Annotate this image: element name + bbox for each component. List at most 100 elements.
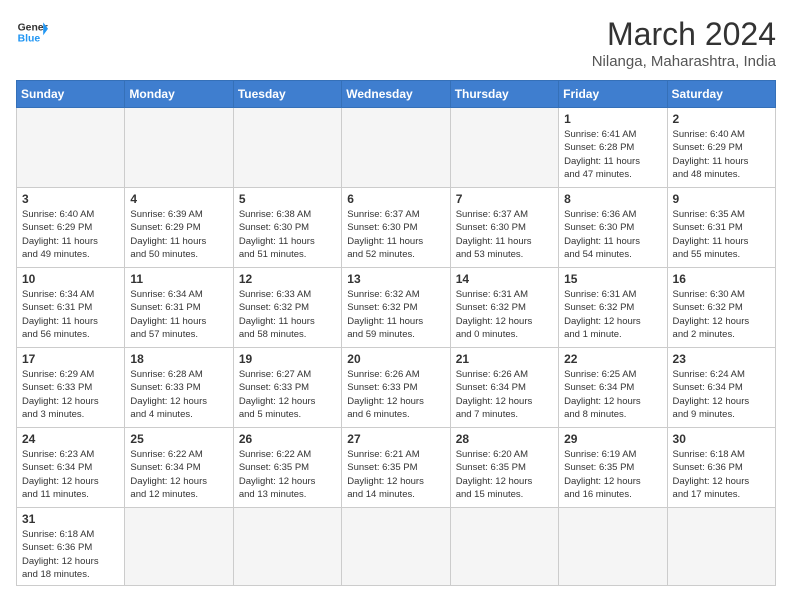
day-info: Sunrise: 6:20 AM Sunset: 6:35 PM Dayligh… xyxy=(456,448,553,501)
day-number: 3 xyxy=(22,192,119,206)
calendar-day-cell xyxy=(667,508,775,586)
calendar-day-cell: 1 Sunrise: 6:41 AM Sunset: 6:28 PM Daylig… xyxy=(559,108,667,188)
calendar-day-cell: 16Sunrise: 6:30 AM Sunset: 6:32 PM Dayli… xyxy=(667,268,775,348)
day-info: Sunrise: 6:35 AM Sunset: 6:31 PM Dayligh… xyxy=(673,208,770,261)
day-info: Sunrise: 6:21 AM Sunset: 6:35 PM Dayligh… xyxy=(347,448,444,501)
day-number: 5 xyxy=(239,192,336,206)
month-year-title: March 2024 xyxy=(592,16,776,53)
calendar-day-cell: 18 Sunrise: 6:28 AM Sunset: 6:33 PM Dayli… xyxy=(125,348,233,428)
day-number: 12 xyxy=(239,272,336,286)
calendar-day-cell: 17 Sunrise: 6:29 AM Sunset: 6:33 PM Dayli… xyxy=(17,348,125,428)
calendar-day-cell xyxy=(450,508,558,586)
day-info: Sunrise: 6:18 AM Sunset: 6:36 PM Dayligh… xyxy=(22,528,119,581)
location-subtitle: Nilanga, Maharashtra, India xyxy=(592,53,776,70)
calendar-day-cell: 13 Sunrise: 6:32 AM Sunset: 6:32 PM Dayli… xyxy=(342,268,450,348)
day-info: Sunrise: 6:24 AM Sunset: 6:34 PM Dayligh… xyxy=(673,368,770,421)
day-number: 19 xyxy=(239,352,336,366)
calendar-day-cell: 9Sunrise: 6:35 AM Sunset: 6:31 PM Daylig… xyxy=(667,188,775,268)
day-number: 22 xyxy=(564,352,661,366)
calendar-day-cell: 5 Sunrise: 6:38 AM Sunset: 6:30 PM Daylig… xyxy=(233,188,341,268)
calendar-day-cell: 19 Sunrise: 6:27 AM Sunset: 6:33 PM Dayli… xyxy=(233,348,341,428)
weekday-header-wednesday: Wednesday xyxy=(342,81,450,108)
day-number: 18 xyxy=(130,352,227,366)
day-info: Sunrise: 6:22 AM Sunset: 6:35 PM Dayligh… xyxy=(239,448,336,501)
calendar-week-row: 31Sunrise: 6:18 AM Sunset: 6:36 PM Dayli… xyxy=(17,508,776,586)
day-info: Sunrise: 6:28 AM Sunset: 6:33 PM Dayligh… xyxy=(130,368,227,421)
calendar-day-cell: 26 Sunrise: 6:22 AM Sunset: 6:35 PM Dayli… xyxy=(233,428,341,508)
calendar-day-cell: 22 Sunrise: 6:25 AM Sunset: 6:34 PM Dayli… xyxy=(559,348,667,428)
weekday-header-sunday: Sunday xyxy=(17,81,125,108)
calendar-day-cell: 29Sunrise: 6:19 AM Sunset: 6:35 PM Dayli… xyxy=(559,428,667,508)
day-info: Sunrise: 6:27 AM Sunset: 6:33 PM Dayligh… xyxy=(239,368,336,421)
calendar-day-cell: 20 Sunrise: 6:26 AM Sunset: 6:33 PM Dayli… xyxy=(342,348,450,428)
calendar-day-cell: 14 Sunrise: 6:31 AM Sunset: 6:32 PM Dayli… xyxy=(450,268,558,348)
day-info: Sunrise: 6:29 AM Sunset: 6:33 PM Dayligh… xyxy=(22,368,119,421)
day-number: 13 xyxy=(347,272,444,286)
calendar-week-row: 10 Sunrise: 6:34 AM Sunset: 6:31 PM Dayli… xyxy=(17,268,776,348)
day-number: 17 xyxy=(22,352,119,366)
day-number: 21 xyxy=(456,352,553,366)
day-number: 4 xyxy=(130,192,227,206)
calendar-day-cell xyxy=(342,108,450,188)
day-number: 23 xyxy=(673,352,770,366)
day-info: Sunrise: 6:36 AM Sunset: 6:30 PM Dayligh… xyxy=(564,208,661,261)
day-info: Sunrise: 6:22 AM Sunset: 6:34 PM Dayligh… xyxy=(130,448,227,501)
calendar-day-cell: 24Sunrise: 6:23 AM Sunset: 6:34 PM Dayli… xyxy=(17,428,125,508)
calendar-day-cell: 4 Sunrise: 6:39 AM Sunset: 6:29 PM Daylig… xyxy=(125,188,233,268)
day-number: 8 xyxy=(564,192,661,206)
day-number: 27 xyxy=(347,432,444,446)
logo: General Blue xyxy=(16,16,48,48)
day-info: Sunrise: 6:26 AM Sunset: 6:33 PM Dayligh… xyxy=(347,368,444,421)
calendar-table: SundayMondayTuesdayWednesdayThursdayFrid… xyxy=(16,80,776,586)
calendar-day-cell xyxy=(233,508,341,586)
calendar-day-cell: 30 Sunrise: 6:18 AM Sunset: 6:36 PM Dayli… xyxy=(667,428,775,508)
day-info: Sunrise: 6:25 AM Sunset: 6:34 PM Dayligh… xyxy=(564,368,661,421)
day-number: 1 xyxy=(564,112,661,126)
calendar-week-row: 3Sunrise: 6:40 AM Sunset: 6:29 PM Daylig… xyxy=(17,188,776,268)
calendar-week-row: 24Sunrise: 6:23 AM Sunset: 6:34 PM Dayli… xyxy=(17,428,776,508)
day-number: 20 xyxy=(347,352,444,366)
calendar-day-cell: 15Sunrise: 6:31 AM Sunset: 6:32 PM Dayli… xyxy=(559,268,667,348)
calendar-day-cell xyxy=(125,508,233,586)
day-number: 14 xyxy=(456,272,553,286)
weekday-header-thursday: Thursday xyxy=(450,81,558,108)
generalblue-logo-icon: General Blue xyxy=(16,16,48,48)
day-info: Sunrise: 6:37 AM Sunset: 6:30 PM Dayligh… xyxy=(456,208,553,261)
day-info: Sunrise: 6:26 AM Sunset: 6:34 PM Dayligh… xyxy=(456,368,553,421)
day-info: Sunrise: 6:32 AM Sunset: 6:32 PM Dayligh… xyxy=(347,288,444,341)
day-info: Sunrise: 6:31 AM Sunset: 6:32 PM Dayligh… xyxy=(456,288,553,341)
calendar-day-cell: 12Sunrise: 6:33 AM Sunset: 6:32 PM Dayli… xyxy=(233,268,341,348)
weekday-header-saturday: Saturday xyxy=(667,81,775,108)
calendar-day-cell: 21 Sunrise: 6:26 AM Sunset: 6:34 PM Dayli… xyxy=(450,348,558,428)
day-info: Sunrise: 6:34 AM Sunset: 6:31 PM Dayligh… xyxy=(130,288,227,341)
day-number: 11 xyxy=(130,272,227,286)
day-info: Sunrise: 6:34 AM Sunset: 6:31 PM Dayligh… xyxy=(22,288,119,341)
calendar-day-cell xyxy=(450,108,558,188)
day-number: 2 xyxy=(673,112,770,126)
calendar-day-cell: 3Sunrise: 6:40 AM Sunset: 6:29 PM Daylig… xyxy=(17,188,125,268)
day-number: 24 xyxy=(22,432,119,446)
day-info: Sunrise: 6:18 AM Sunset: 6:36 PM Dayligh… xyxy=(673,448,770,501)
weekday-header-friday: Friday xyxy=(559,81,667,108)
weekday-header-row: SundayMondayTuesdayWednesdayThursdayFrid… xyxy=(17,81,776,108)
day-info: Sunrise: 6:41 AM Sunset: 6:28 PM Dayligh… xyxy=(564,128,661,181)
day-number: 16 xyxy=(673,272,770,286)
page-header: General Blue March 2024 Nilanga, Maharas… xyxy=(16,16,776,70)
calendar-day-cell: 10 Sunrise: 6:34 AM Sunset: 6:31 PM Dayli… xyxy=(17,268,125,348)
calendar-day-cell: 2Sunrise: 6:40 AM Sunset: 6:29 PM Daylig… xyxy=(667,108,775,188)
calendar-day-cell xyxy=(17,108,125,188)
calendar-day-cell: 25Sunrise: 6:22 AM Sunset: 6:34 PM Dayli… xyxy=(125,428,233,508)
day-number: 28 xyxy=(456,432,553,446)
calendar-day-cell xyxy=(342,508,450,586)
day-number: 10 xyxy=(22,272,119,286)
day-info: Sunrise: 6:39 AM Sunset: 6:29 PM Dayligh… xyxy=(130,208,227,261)
calendar-day-cell: 27 Sunrise: 6:21 AM Sunset: 6:35 PM Dayli… xyxy=(342,428,450,508)
calendar-day-cell: 28 Sunrise: 6:20 AM Sunset: 6:35 PM Dayli… xyxy=(450,428,558,508)
day-info: Sunrise: 6:38 AM Sunset: 6:30 PM Dayligh… xyxy=(239,208,336,261)
calendar-day-cell: 11 Sunrise: 6:34 AM Sunset: 6:31 PM Dayli… xyxy=(125,268,233,348)
day-number: 26 xyxy=(239,432,336,446)
calendar-day-cell: 31Sunrise: 6:18 AM Sunset: 6:36 PM Dayli… xyxy=(17,508,125,586)
day-number: 30 xyxy=(673,432,770,446)
calendar-week-row: 1 Sunrise: 6:41 AM Sunset: 6:28 PM Daylig… xyxy=(17,108,776,188)
weekday-header-tuesday: Tuesday xyxy=(233,81,341,108)
